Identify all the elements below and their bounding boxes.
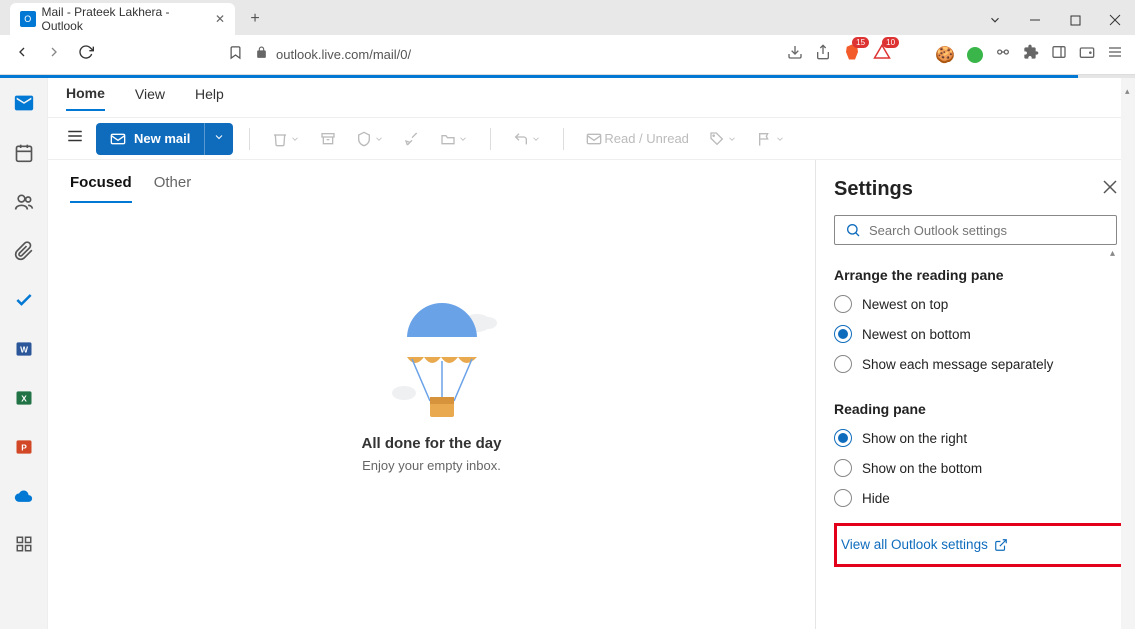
onedrive-icon[interactable] (14, 486, 34, 511)
tag-button[interactable] (703, 129, 743, 149)
new-mail-label: New mail (134, 131, 190, 146)
arrange-section-label: Arrange the reading pane (834, 267, 1117, 283)
download-icon[interactable] (787, 44, 803, 65)
warning-triangle-icon[interactable]: 10 (873, 43, 891, 66)
powerpoint-icon[interactable]: P (14, 437, 34, 462)
view-all-highlight: View all Outlook settings (834, 523, 1132, 567)
radio-separate[interactable]: Show each message separately (834, 355, 1117, 373)
url-text[interactable]: outlook.live.com/mail/0/ (276, 47, 411, 62)
browser-tab[interactable]: O Mail - Prateek Lakhera - Outlook ✕ (10, 3, 235, 35)
new-tab-button[interactable]: + (241, 5, 269, 33)
back-button[interactable] (12, 44, 32, 65)
scroll-up-caret-icon[interactable]: ▴ (1110, 248, 1115, 259)
lock-icon[interactable] (255, 46, 268, 64)
maximize-button[interactable] (1055, 5, 1095, 35)
empty-subtitle: Enjoy your empty inbox. (48, 458, 815, 473)
wallet-icon[interactable] (1079, 44, 1095, 65)
tab-focused[interactable]: Focused (70, 174, 132, 203)
empty-title: All done for the day (48, 435, 815, 452)
new-mail-dropdown[interactable] (204, 123, 233, 155)
settings-search-input[interactable] (869, 223, 1106, 238)
forward-button[interactable] (44, 44, 64, 65)
menu-icon[interactable] (1107, 44, 1123, 65)
more-apps-icon[interactable] (15, 535, 33, 558)
tab-title: Mail - Prateek Lakhera - Outlook (42, 5, 209, 33)
radio-newest-bottom[interactable]: Newest on bottom (834, 325, 1117, 343)
todo-icon[interactable] (14, 290, 34, 315)
archive-button[interactable] (314, 129, 342, 149)
minimize-button[interactable] (1015, 5, 1055, 35)
close-window-button[interactable] (1095, 5, 1135, 35)
settings-search[interactable] (834, 215, 1117, 245)
link-icon[interactable] (995, 44, 1011, 65)
settings-pane: Settings ▴ Arrange the reading pane Newe… (815, 160, 1135, 629)
grammarly-icon[interactable] (967, 47, 983, 63)
reply-button[interactable] (507, 129, 547, 149)
new-mail-button[interactable]: New mail (96, 123, 233, 155)
radio-hide[interactable]: Hide (834, 489, 1117, 507)
settings-title: Settings (834, 178, 913, 201)
reading-section-label: Reading pane (834, 401, 1117, 417)
svg-text:P: P (21, 442, 27, 452)
people-icon[interactable] (14, 192, 34, 217)
hamburger-icon[interactable] (62, 123, 88, 154)
sweep-button[interactable] (398, 129, 426, 149)
balloon-illustration (382, 293, 482, 423)
brave-shield-icon[interactable]: 15 (843, 43, 861, 66)
mail-icon (110, 131, 126, 147)
radio-show-bottom[interactable]: Show on the bottom (834, 459, 1117, 477)
radio-newest-top[interactable]: Newest on top (834, 295, 1117, 313)
word-icon[interactable]: W (14, 339, 34, 364)
inbox-area: Focused Other (48, 160, 815, 629)
files-icon[interactable] (14, 241, 34, 266)
tab-view[interactable]: View (135, 86, 165, 110)
flag-button[interactable] (751, 129, 791, 149)
open-external-icon (994, 538, 1008, 552)
close-settings-button[interactable] (1103, 180, 1117, 199)
bookmark-icon[interactable] (228, 45, 243, 65)
scroll-up-icon[interactable]: ▴ (1125, 86, 1130, 97)
share-icon[interactable] (815, 44, 831, 65)
tab-other[interactable]: Other (154, 174, 192, 203)
toolbar: New mail Read / Unread (48, 118, 1135, 160)
outlook-favicon-icon: O (20, 11, 36, 27)
report-button[interactable] (350, 129, 390, 149)
reload-button[interactable] (76, 44, 96, 65)
read-unread-button[interactable]: Read / Unread (580, 129, 695, 149)
tab-help[interactable]: Help (195, 86, 224, 110)
excel-icon[interactable]: X (14, 388, 34, 413)
calendar-icon[interactable] (14, 143, 34, 168)
radio-show-right[interactable]: Show on the right (834, 429, 1117, 447)
ribbon-tabs: Home View Help (48, 78, 1135, 118)
svg-text:W: W (20, 344, 28, 354)
tab-close-icon[interactable]: ✕ (215, 12, 225, 26)
warning-badge: 10 (882, 37, 899, 48)
page-scrollbar-track[interactable]: ▴ (1121, 78, 1135, 629)
chevron-down-icon[interactable] (975, 5, 1015, 35)
tab-home[interactable]: Home (66, 85, 105, 111)
left-rail: W X P (0, 78, 48, 629)
search-icon (845, 222, 861, 238)
svg-text:X: X (21, 393, 27, 403)
move-button[interactable] (434, 129, 474, 149)
extensions-icon[interactable] (1023, 44, 1039, 65)
delete-button[interactable] (266, 129, 306, 149)
brave-badge: 15 (852, 37, 869, 48)
cookie-icon[interactable]: 🍪 (935, 45, 955, 65)
sidepanel-icon[interactable] (1051, 44, 1067, 65)
mail-icon[interactable] (13, 92, 35, 119)
view-all-settings-link[interactable]: View all Outlook settings (841, 537, 1008, 552)
empty-state: All done for the day Enjoy your empty in… (48, 293, 815, 473)
